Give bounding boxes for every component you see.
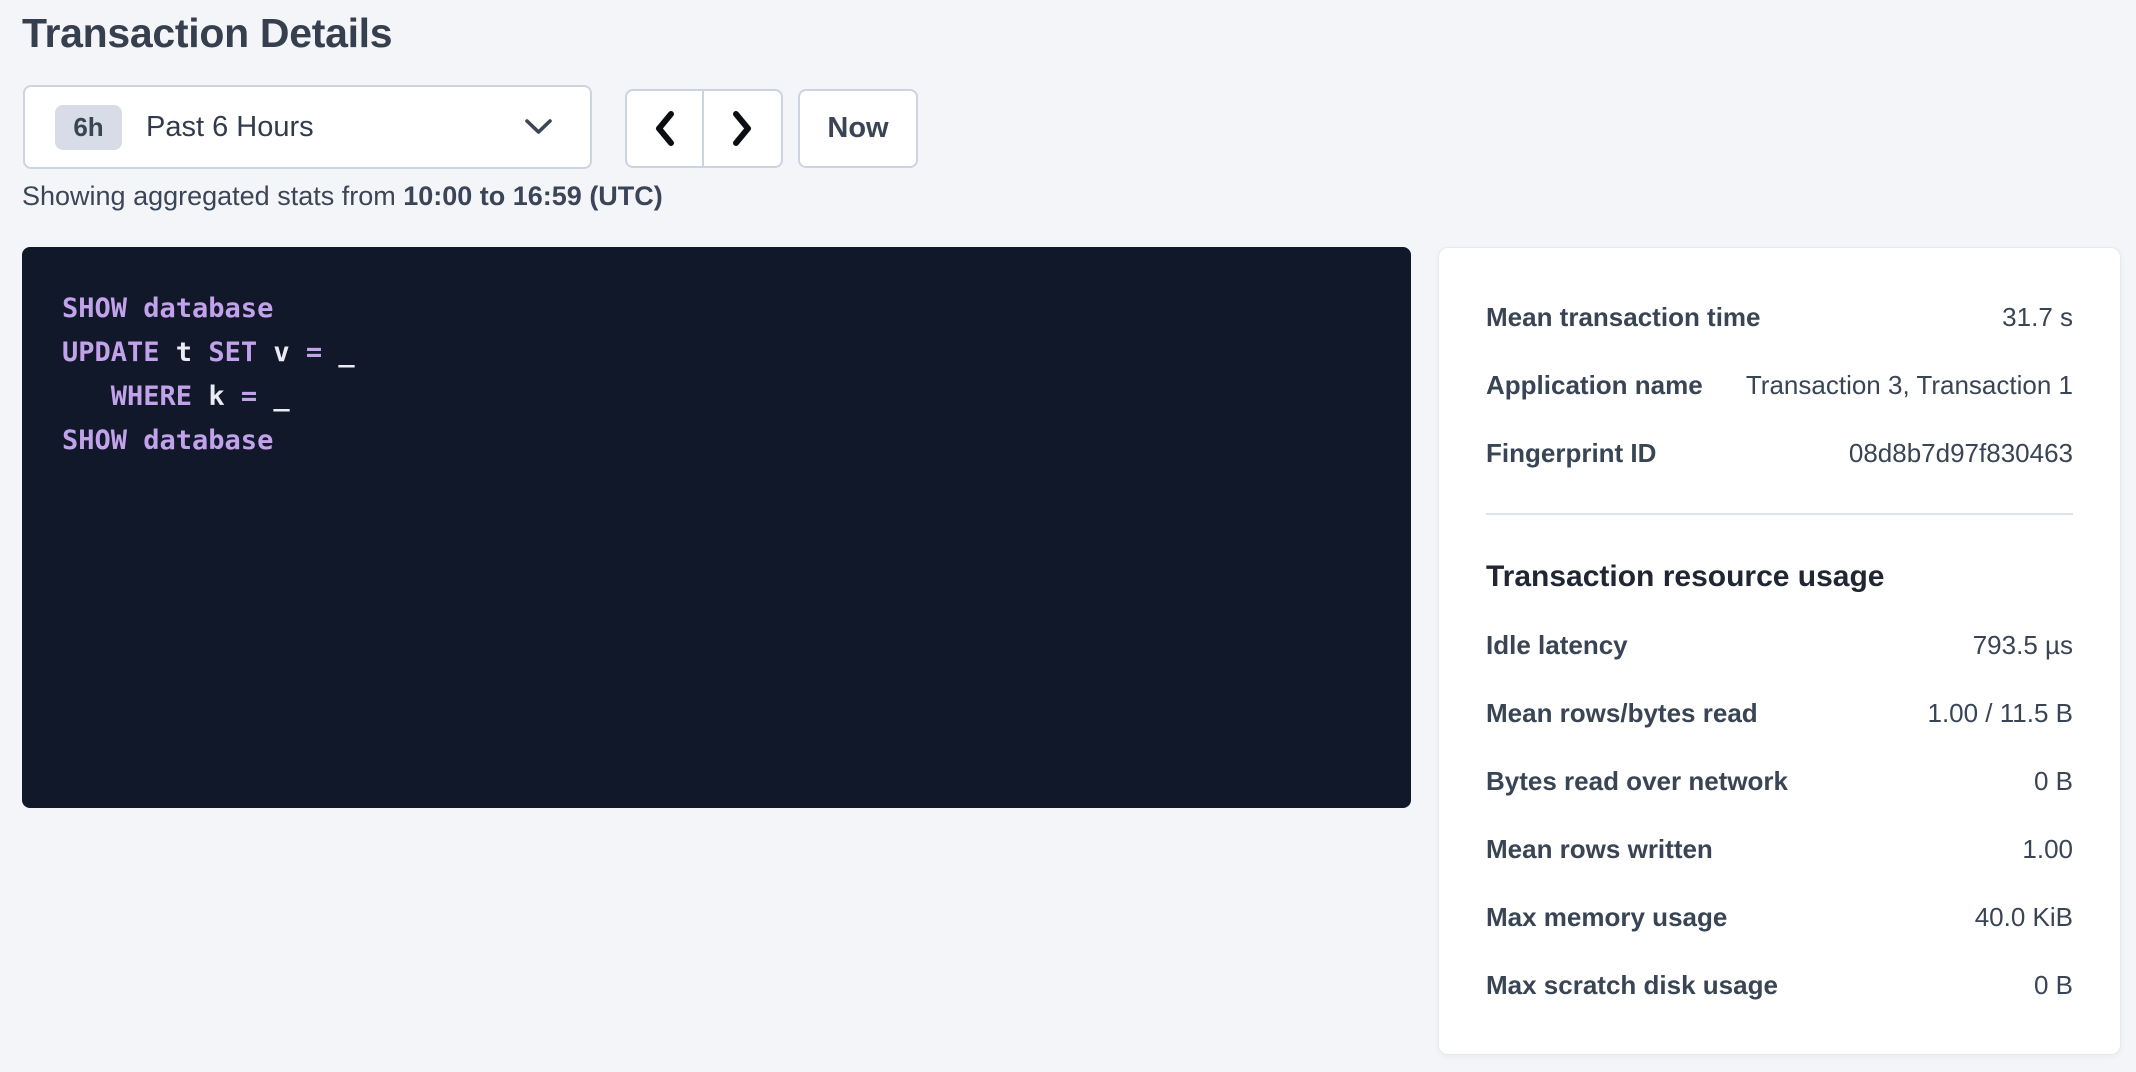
now-button[interactable]: Now [798, 89, 918, 168]
row-value: 793.5 µs [1973, 630, 2073, 661]
row-label: Mean transaction time [1486, 302, 1761, 333]
caption-time-range: 10:00 to 16:59 (UTC) [403, 181, 663, 211]
caption-prefix: Showing aggregated stats from [22, 181, 403, 211]
summary-row: Application name Transaction 3, Transacti… [1486, 351, 2073, 419]
summary-divider [1486, 513, 2073, 515]
row-value: 1.00 / 11.5 B [1927, 698, 2073, 729]
row-value: 0 B [2034, 970, 2073, 1001]
sql-line: WHERE k = _ [62, 375, 1371, 419]
summary-row: Bytes read over network 0 B [1486, 747, 2073, 815]
row-label: Bytes read over network [1486, 766, 1788, 797]
chevron-left-icon [653, 110, 676, 147]
summary-row: Mean rows written 1.00 [1486, 815, 2073, 883]
transaction-summary-card: Mean transaction time 31.7 s Application n… [1438, 247, 2121, 1055]
row-label: Mean rows written [1486, 834, 1713, 865]
prev-time-button[interactable] [627, 91, 704, 166]
row-value: Transaction 3, Transaction 1 [1746, 370, 2073, 401]
sql-statement-box: SHOW databaseUPDATE t SET v = _ WHERE k … [22, 247, 1411, 808]
row-label: Application name [1486, 370, 1703, 401]
next-time-button[interactable] [704, 91, 781, 166]
summary-row: Fingerprint ID 08d8b7d97f830463 [1486, 419, 2073, 487]
row-label: Fingerprint ID [1486, 438, 1656, 469]
row-label: Idle latency [1486, 630, 1628, 661]
page-title: Transaction Details [22, 10, 392, 57]
row-value: 40.0 KiB [1975, 902, 2073, 933]
summary-row: Max scratch disk usage 0 B [1486, 951, 2073, 1019]
row-value: 08d8b7d97f830463 [1849, 438, 2073, 469]
summary-rows-usage: Idle latency 793.5 µs Mean rows/bytes read… [1486, 611, 2073, 1019]
summary-row: Max memory usage 40.0 KiB [1486, 883, 2073, 951]
row-label: Max memory usage [1486, 902, 1727, 933]
sql-statement-code: SHOW databaseUPDATE t SET v = _ WHERE k … [62, 287, 1371, 463]
summary-row: Mean rows/bytes read 1.00 / 11.5 B [1486, 679, 2073, 747]
sql-line: SHOW database [62, 419, 1371, 463]
summary-row: Idle latency 793.5 µs [1486, 611, 2073, 679]
summary-rows-top: Mean transaction time 31.7 s Application n… [1486, 283, 2073, 487]
resource-usage-heading: Transaction resource usage [1486, 543, 2073, 611]
row-value: 1.00 [2022, 834, 2073, 865]
row-label: Mean rows/bytes read [1486, 698, 1758, 729]
chevron-right-icon [731, 110, 754, 147]
row-label: Max scratch disk usage [1486, 970, 1778, 1001]
time-range-label: Past 6 Hours [146, 111, 525, 144]
time-range-selector[interactable]: 6h Past 6 Hours [23, 85, 592, 169]
row-value: 0 B [2034, 766, 2073, 797]
time-nav-group [625, 89, 783, 168]
aggregated-stats-caption: Showing aggregated stats from 10:00 to 1… [22, 181, 663, 212]
summary-row: Mean transaction time 31.7 s [1486, 283, 2073, 351]
sql-line: UPDATE t SET v = _ [62, 331, 1371, 375]
sql-line: SHOW database [62, 287, 1371, 331]
chevron-down-icon [525, 119, 552, 135]
time-range-badge: 6h [55, 105, 122, 150]
row-value: 31.7 s [2002, 302, 2073, 333]
